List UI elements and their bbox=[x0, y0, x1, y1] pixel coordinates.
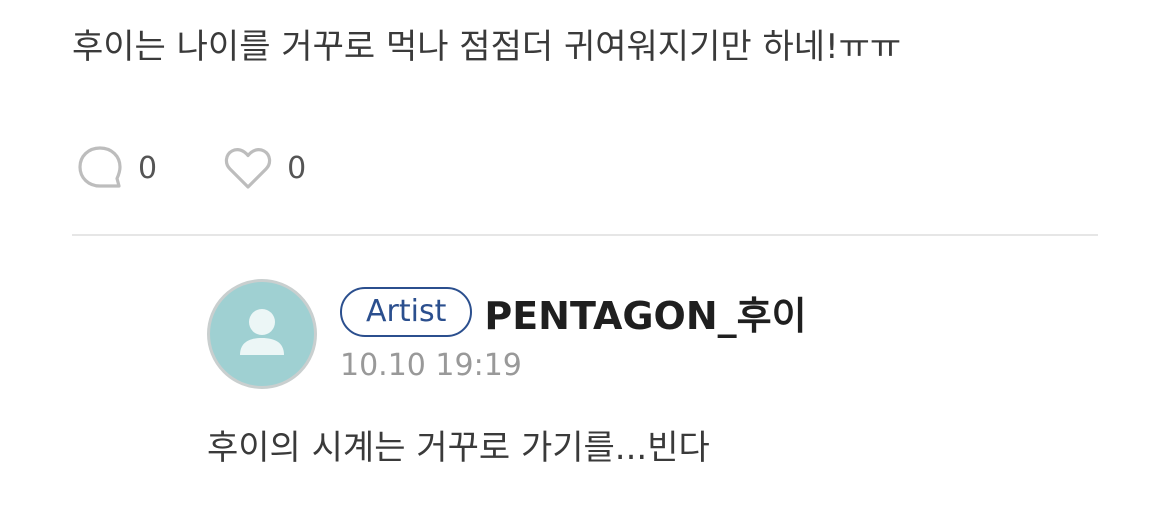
avatar[interactable] bbox=[207, 279, 317, 389]
like-button[interactable]: 0 bbox=[223, 145, 306, 191]
like-count: 0 bbox=[287, 150, 307, 186]
reply-author[interactable]: PENTAGON_후이 bbox=[484, 285, 806, 340]
reply-header: Artist PENTAGON_후이 bbox=[340, 284, 807, 340]
divider bbox=[72, 234, 1098, 236]
comment-icon bbox=[78, 146, 122, 188]
comment-button[interactable]: 0 bbox=[76, 144, 157, 192]
artist-badge: Artist bbox=[340, 287, 473, 337]
post-text: 후이는 나이를 거꾸로 먹나 점점더 귀여워지기만 하네!ㅠㅠ bbox=[72, 27, 902, 67]
comment-count: 0 bbox=[138, 150, 158, 186]
reply-text: 후이의 시계는 거꾸로 가기를...빈다 bbox=[207, 428, 710, 468]
user-silhouette-icon bbox=[240, 309, 284, 355]
reply-timestamp: 10.10 19:19 bbox=[340, 348, 522, 383]
heart-icon bbox=[224, 148, 272, 189]
post-actions: 0 0 bbox=[76, 144, 306, 192]
